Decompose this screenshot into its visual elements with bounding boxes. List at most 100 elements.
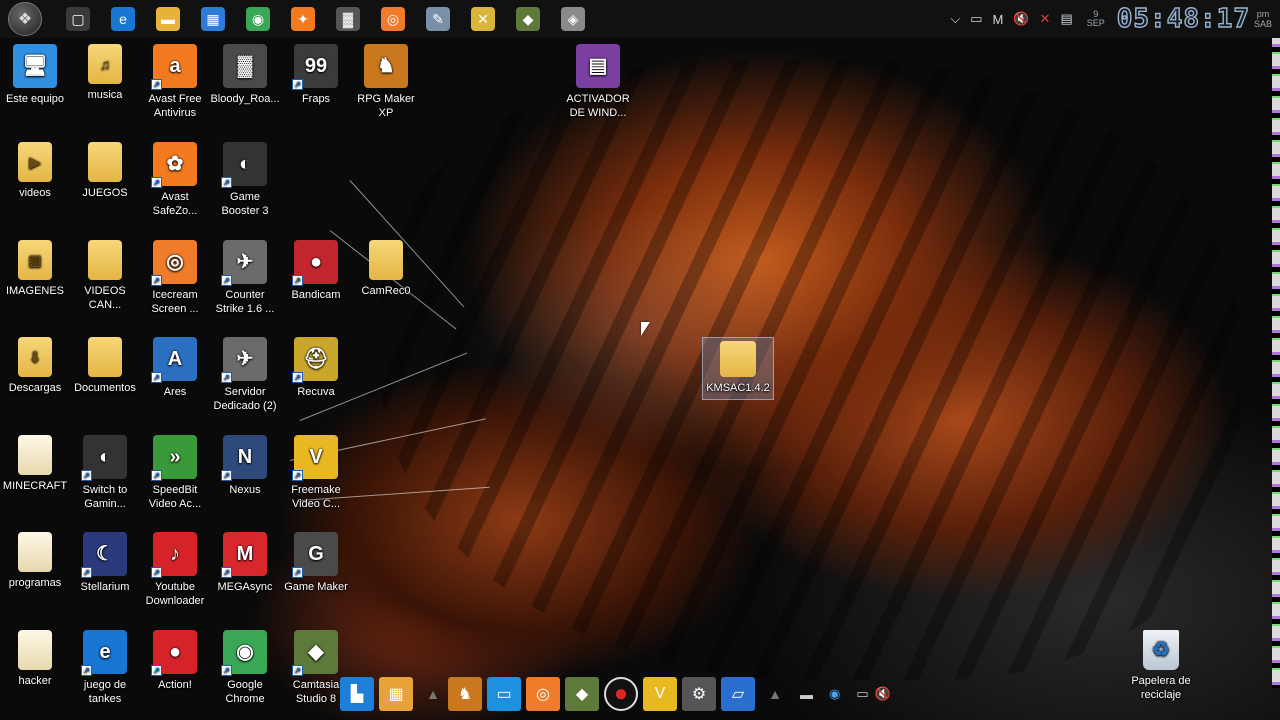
juegos-icon — [88, 142, 122, 182]
icon-nexus[interactable]: N ↗ Nexus — [210, 435, 280, 497]
icon-fraps[interactable]: 99 ↗ Fraps — [281, 44, 351, 106]
icon-speedbit[interactable]: » ↗ SpeedBit Video Ac... — [140, 435, 210, 511]
icon-google-chrome[interactable]: ◉ ↗ Google Chrome — [210, 630, 280, 706]
icon-hacker[interactable]: hacker — [0, 630, 70, 688]
icon-label: videos — [19, 187, 51, 199]
icon-icecream[interactable]: ◎ ↗ Icecream Screen ... — [140, 240, 210, 316]
icon-switch-to-gaming[interactable]: ◐ ↗ Switch to Gamin... — [70, 435, 140, 511]
icon-juego-de-tankes[interactable]: e ↗ juego de tankes — [70, 630, 140, 706]
icon-descargas[interactable]: ⬇ Descargas — [0, 337, 70, 395]
icon-recuva[interactable]: ⛑ ↗ Recuva — [281, 337, 351, 399]
clock-suffix: pm SAB — [1254, 9, 1272, 29]
edge-icon[interactable]: e — [111, 7, 135, 31]
icon-este-equipo[interactable]: 🖥 Este equipo — [0, 44, 70, 106]
icon-game-booster[interactable]: ◐ ↗ Game Booster 3 — [210, 142, 280, 218]
selection-highlight: KMSAC1.4.2 — [702, 337, 774, 400]
icon-bloody-roar[interactable]: ▓ Bloody_Roa... — [210, 44, 280, 106]
icon-minecraft[interactable]: MINECRAFT — [0, 435, 70, 493]
stellarium-icon: ☾ ↗ — [81, 532, 127, 578]
icon-ares[interactable]: A ↗ Ares — [140, 337, 210, 399]
dock-app1-icon[interactable]: ▙ — [340, 677, 374, 711]
app-dock: ▙ ▦ ▲ ♞ ▭ ◎ ◆ ● V ⚙ ▱ ▲ ▬ ◉ ▭ 🔇 — [340, 672, 960, 716]
dock-settings-icon[interactable]: ⚙ — [682, 677, 716, 711]
icon-stellarium[interactable]: ☾ ↗ Stellarium — [70, 532, 140, 594]
dock-camtasia-icon[interactable]: ◆ — [565, 677, 599, 711]
game-icon[interactable]: ◈ — [561, 7, 585, 31]
icon-label: SpeedBit Video Ac... — [148, 484, 202, 510]
dock-icecream-icon[interactable]: ◎ — [526, 677, 560, 711]
store-icon[interactable]: ▦ — [201, 7, 225, 31]
icon-videos-can[interactable]: VIDEOS CAN... — [70, 240, 140, 312]
icecream-icon[interactable]: ◎ — [381, 7, 405, 31]
icon-activador[interactable]: ▤ ACTIVADOR DE WIND... — [563, 44, 633, 120]
icon-programas[interactable]: programas — [0, 532, 70, 590]
icon-servidor-dedicado[interactable]: ✈ ↗ Servidor Dedicado (2) — [210, 337, 280, 413]
switch-to-gaming-icon: ◐ ↗ — [81, 435, 127, 481]
icon-bandicam[interactable]: ● ↗ Bandicam — [281, 240, 351, 302]
icon-avast[interactable]: a ↗ Avast Free Antivirus — [140, 44, 210, 120]
icon-documentos[interactable]: Documentos — [70, 337, 140, 395]
dock-record-icon[interactable]: ● — [604, 677, 638, 711]
megasync-icon: M ↗ — [221, 532, 267, 578]
shortcut-arrow-icon: ↗ — [151, 275, 162, 286]
task-view-icon[interactable]: ▢ — [66, 7, 90, 31]
globe-icon[interactable]: ◉ — [829, 686, 840, 702]
icon-musica[interactable]: ♫ musica — [70, 44, 140, 102]
icon-camrec[interactable]: CamRec0 — [351, 240, 421, 298]
icon-label: MINECRAFT — [2, 480, 68, 492]
icon-label: CamRec0 — [361, 285, 411, 297]
rifle-icon[interactable]: ▬ — [800, 687, 813, 702]
tray-date[interactable]: 9 SEP — [1085, 10, 1107, 28]
icon-imagenes[interactable]: ▧ IMAGENES — [0, 240, 70, 298]
volume-muted-icon[interactable]: 🔇 — [1013, 11, 1029, 27]
chevron-up-icon[interactable]: ⌵ — [950, 11, 960, 27]
paint-icon[interactable]: ✎ — [426, 7, 450, 31]
icon-avast-safezone[interactable]: ✿ ↗ Avast SafeZo... — [140, 142, 210, 218]
tools-icon[interactable]: ✕ — [471, 7, 495, 31]
dock-app2-icon[interactable]: ▦ — [379, 677, 413, 711]
icon-megasync[interactable]: M ↗ MEGAsync — [210, 532, 280, 594]
shortcut-arrow-icon: ↗ — [292, 665, 303, 676]
icon-label: Stellarium — [80, 581, 130, 593]
dock-screen-icon[interactable]: ▱ — [721, 677, 755, 711]
shortcut-arrow-icon: ↗ — [151, 177, 162, 188]
counter-strike-icon: ✈ ↗ — [221, 240, 267, 286]
icon-label: IMAGENES — [5, 285, 65, 297]
windows-orb-icon[interactable]: ❖ — [8, 2, 42, 36]
ares-icon: A ↗ — [151, 337, 197, 383]
icon-videos[interactable]: ▶ videos — [0, 142, 70, 200]
file-explorer-icon[interactable]: ▬ — [156, 7, 180, 31]
icon-label: Este equipo — [5, 93, 65, 105]
dock-battery-icon[interactable]: ▭ — [856, 686, 868, 702]
dock-mute-icon[interactable]: 🔇 — [875, 686, 891, 702]
avast-icon[interactable]: ✦ — [291, 7, 315, 31]
icon-recycle-bin[interactable]: ♻ Papelera de reciclaje — [1125, 630, 1197, 702]
action-icon: ● ↗ — [151, 630, 197, 676]
chrome-icon[interactable]: ◉ — [246, 7, 270, 31]
tray-clock[interactable]: 05:48:17 — [1116, 3, 1250, 34]
icon-juegos[interactable]: JUEGOS — [70, 142, 140, 200]
dock-freemake-icon[interactable]: V — [643, 677, 677, 711]
notifications-icon[interactable]: ▤ — [1060, 11, 1072, 27]
network-icon[interactable]: ✕ — [1040, 11, 1051, 27]
bloody-roar-icon[interactable]: ▓ — [336, 7, 360, 31]
dock-rpg-maker-icon[interactable]: ♞ — [448, 677, 482, 711]
mega-tray-icon[interactable]: M — [993, 12, 1004, 27]
avast-safezone-icon: ✿ ↗ — [151, 142, 197, 188]
icon-action[interactable]: ● ↗ Action! — [140, 630, 210, 692]
camtasia-icon[interactable]: ◆ — [516, 7, 540, 31]
shortcut-arrow-icon: ↗ — [151, 567, 162, 578]
shortcut-arrow-icon: ↗ — [151, 665, 162, 676]
dock-desktop-icon[interactable]: ▭ — [487, 677, 521, 711]
icon-kmsac[interactable]: KMSAC1.4.2 — [702, 337, 774, 400]
battery-icon[interactable]: ▭ — [970, 11, 982, 27]
icon-label: Fraps — [301, 93, 331, 105]
icon-label: Action! — [158, 679, 192, 691]
icon-label: Recuva — [297, 386, 335, 398]
icon-youtube-downloader[interactable]: ♪ ↗ Youtube Downloader — [140, 532, 210, 608]
icon-rpg-maker[interactable]: ♞ RPG Maker XP — [351, 44, 421, 120]
icon-game-maker[interactable]: G ↗ Game Maker — [281, 532, 351, 594]
icon-counter-strike[interactable]: ✈ ↗ Counter Strike 1.6 ... — [210, 240, 280, 316]
icon-label: Google Chrome — [225, 679, 265, 705]
icon-freemake[interactable]: V ↗ Freemake Video C... — [281, 435, 351, 511]
